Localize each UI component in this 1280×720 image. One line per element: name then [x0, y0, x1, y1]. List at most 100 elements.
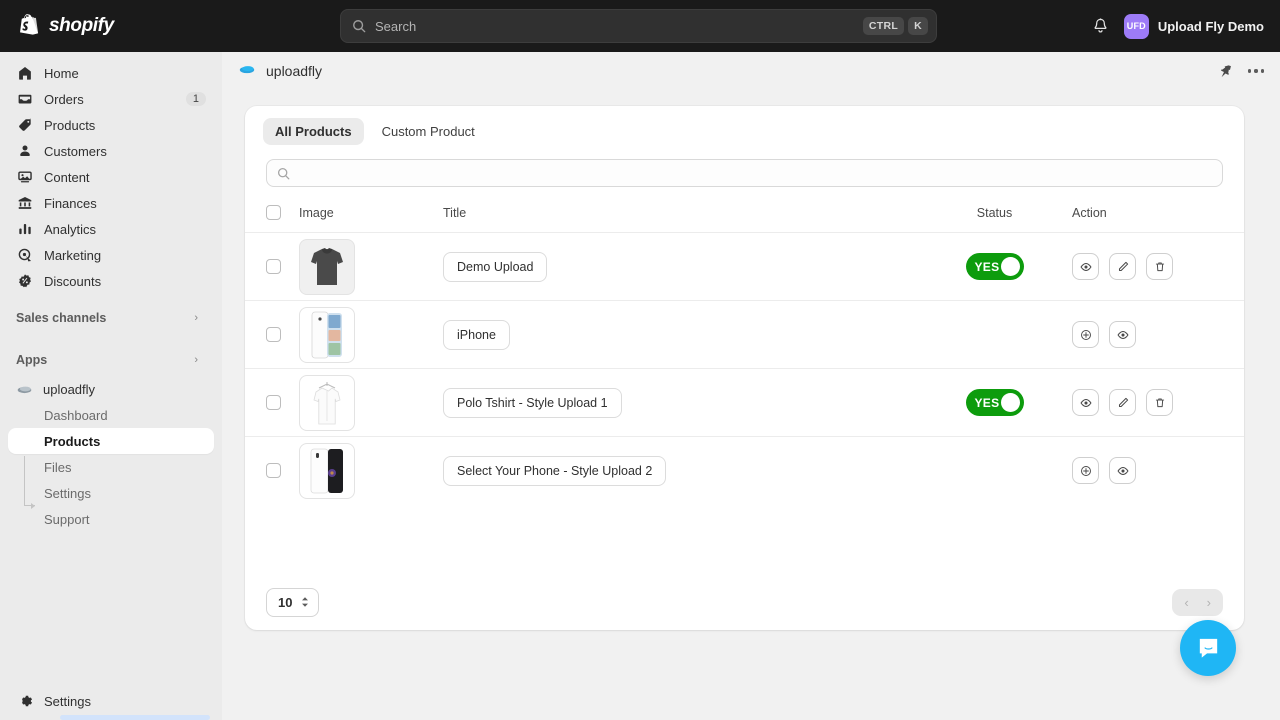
products-card: All Products Custom Product Image Title …: [245, 106, 1244, 630]
sales-channels-label: Sales channels: [16, 311, 106, 325]
sidebar-item-products[interactable]: Products: [8, 112, 214, 138]
row-select-cell: [245, 369, 299, 437]
eye-icon: [1116, 464, 1130, 478]
page-size-value: 10: [278, 595, 292, 610]
sidebar-item-support[interactable]: Support: [8, 506, 214, 532]
status-label: YES: [975, 396, 1000, 410]
product-title[interactable]: Polo Tshirt - Style Upload 1: [443, 388, 622, 418]
status-toggle[interactable]: YES: [966, 389, 1024, 416]
product-title[interactable]: iPhone: [443, 320, 510, 350]
orders-badge: 1: [186, 92, 206, 106]
row-checkbox[interactable]: [266, 463, 281, 478]
shopify-bag-icon: [18, 14, 40, 38]
row-checkbox[interactable]: [266, 327, 281, 342]
sub-item-label: Settings: [44, 486, 91, 501]
row-image-cell: [299, 369, 443, 437]
sidebar-item-finances[interactable]: Finances: [8, 190, 214, 216]
sidebar-item-dashboard[interactable]: Dashboard: [8, 402, 214, 428]
table-row: Demo Upload YES: [245, 233, 1244, 301]
product-search-field[interactable]: [266, 159, 1223, 187]
user-menu[interactable]: UFD Upload Fly Demo: [1124, 14, 1264, 39]
product-title[interactable]: Select Your Phone - Style Upload 2: [443, 456, 666, 486]
sidebar-item-marketing[interactable]: Marketing: [8, 242, 214, 268]
row-status-cell: YES: [917, 233, 1072, 301]
sidebar-item-customers[interactable]: Customers: [8, 138, 214, 164]
sidebar-item-app-settings[interactable]: Settings: [8, 480, 214, 506]
table-body: Demo Upload YES: [245, 233, 1244, 505]
product-title[interactable]: Demo Upload: [443, 252, 547, 282]
phone-dark-image: [307, 446, 347, 496]
home-icon: [16, 65, 33, 82]
sidebar-item-orders[interactable]: Orders 1: [8, 86, 214, 112]
row-status-cell: [917, 301, 1072, 369]
main-content: uploadfly All Products Custom Product: [222, 52, 1280, 720]
sidebar-item-files[interactable]: Files: [8, 454, 214, 480]
row-title-cell: iPhone: [443, 301, 917, 369]
horizontal-scrollbar[interactable]: [60, 715, 210, 720]
add-button[interactable]: [1072, 457, 1099, 484]
chevron-right-icon: ›: [194, 312, 198, 324]
sidebar-item-label: Discounts: [44, 274, 101, 289]
row-action-cell: [1072, 301, 1244, 369]
notification-bell-icon[interactable]: [1091, 17, 1110, 36]
next-page-button[interactable]: ›: [1207, 595, 1211, 610]
edit-button[interactable]: [1109, 253, 1136, 280]
table-row: Polo Tshirt - Style Upload 1 YES: [245, 369, 1244, 437]
sales-channels-section[interactable]: Sales channels ›: [8, 308, 214, 328]
sidebar-item-discounts[interactable]: Discounts: [8, 268, 214, 294]
product-thumbnail[interactable]: [299, 239, 355, 295]
select-all-checkbox[interactable]: [266, 205, 281, 220]
row-action-cell: [1072, 369, 1244, 437]
product-search-input[interactable]: [298, 166, 1212, 180]
user-name: Upload Fly Demo: [1158, 19, 1264, 34]
primary-nav: Home Orders 1 Products Customers C: [0, 52, 222, 294]
sidebar-item-settings[interactable]: Settings: [8, 688, 214, 714]
view-button[interactable]: [1072, 253, 1099, 280]
page-title: uploadfly: [266, 63, 322, 79]
sidebar-item-app-products[interactable]: Products: [8, 428, 214, 454]
sub-item-label: Products: [44, 434, 100, 449]
sub-item-label: Dashboard: [44, 408, 108, 423]
table-footer: 10 ‹ ›: [245, 574, 1244, 630]
view-button[interactable]: [1109, 457, 1136, 484]
add-button[interactable]: [1072, 321, 1099, 348]
kbd-k: K: [908, 17, 928, 35]
delete-button[interactable]: [1146, 389, 1173, 416]
chevron-right-icon: ›: [194, 354, 198, 366]
search-input[interactable]: [375, 19, 859, 34]
apps-section[interactable]: Apps ›: [8, 350, 214, 370]
view-button[interactable]: [1109, 321, 1136, 348]
row-checkbox[interactable]: [266, 259, 281, 274]
analytics-bars-icon: [16, 221, 33, 238]
edit-button[interactable]: [1109, 389, 1136, 416]
sidebar-item-content[interactable]: Content: [8, 164, 214, 190]
app-name-label: uploadfly: [43, 382, 95, 397]
row-checkbox[interactable]: [266, 395, 281, 410]
product-thumbnail[interactable]: [299, 307, 355, 363]
app-item-uploadfly[interactable]: uploadfly: [8, 376, 214, 402]
status-label: YES: [975, 260, 1000, 274]
sidebar-item-analytics[interactable]: Analytics: [8, 216, 214, 242]
white-shirt-hanger-image: [307, 378, 347, 428]
page-size-select[interactable]: 10: [266, 588, 319, 617]
chat-launcher-button[interactable]: [1180, 620, 1236, 676]
more-dots-icon[interactable]: [1248, 69, 1264, 72]
global-search[interactable]: CTRL K: [340, 9, 937, 43]
row-image-cell: [299, 437, 443, 505]
product-thumbnail[interactable]: [299, 375, 355, 431]
tab-all-products[interactable]: All Products: [263, 118, 364, 145]
view-button[interactable]: [1072, 389, 1099, 416]
row-image-cell: [299, 233, 443, 301]
pin-icon[interactable]: [1219, 64, 1234, 79]
kbd-ctrl: CTRL: [863, 17, 904, 35]
row-status-cell: YES: [917, 369, 1072, 437]
product-thumbnail[interactable]: [299, 443, 355, 499]
avatar: UFD: [1124, 14, 1149, 39]
status-toggle[interactable]: YES: [966, 253, 1024, 280]
row-status-cell: [917, 437, 1072, 505]
tab-custom-product[interactable]: Custom Product: [370, 118, 487, 145]
prev-page-button[interactable]: ‹: [1184, 595, 1188, 610]
shopify-logo[interactable]: shopify: [18, 14, 218, 38]
delete-button[interactable]: [1146, 253, 1173, 280]
sidebar-item-home[interactable]: Home: [8, 60, 214, 86]
